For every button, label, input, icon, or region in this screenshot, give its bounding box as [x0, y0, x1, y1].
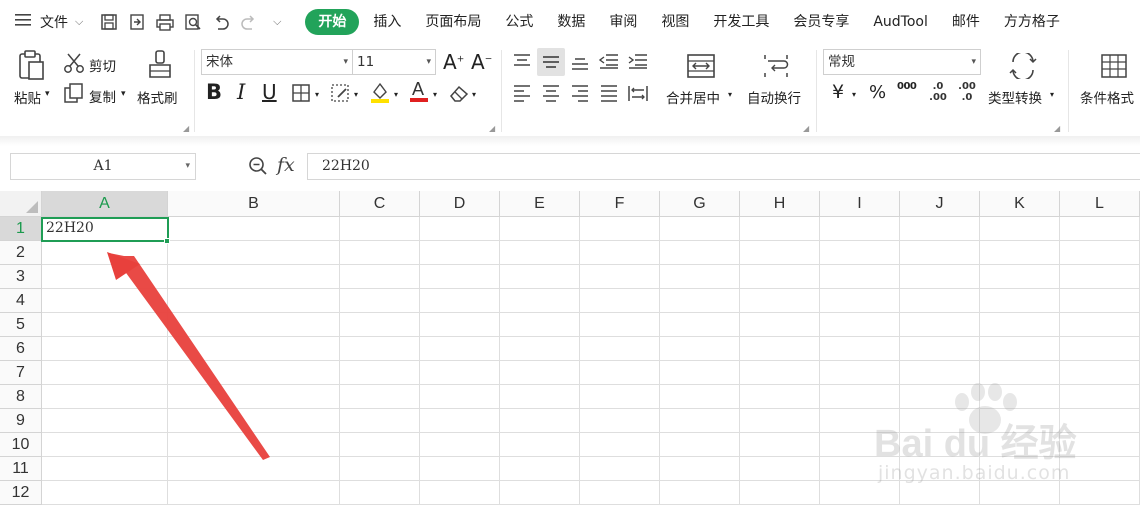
baidu-jingyan-watermark: Bai du 经验 jingyan.baidu.com [870, 380, 1140, 509]
spreadsheet-window: 文件 ⌵ ⌵ 开始 插入 页面布局 公式 数据 审阅 视图 开发工具 会员专享 … [0, 0, 1140, 509]
watermark-logo-text: Bai du 经验 [874, 423, 1077, 465]
watermark-url: jingyan.baidu.com [878, 462, 1071, 484]
